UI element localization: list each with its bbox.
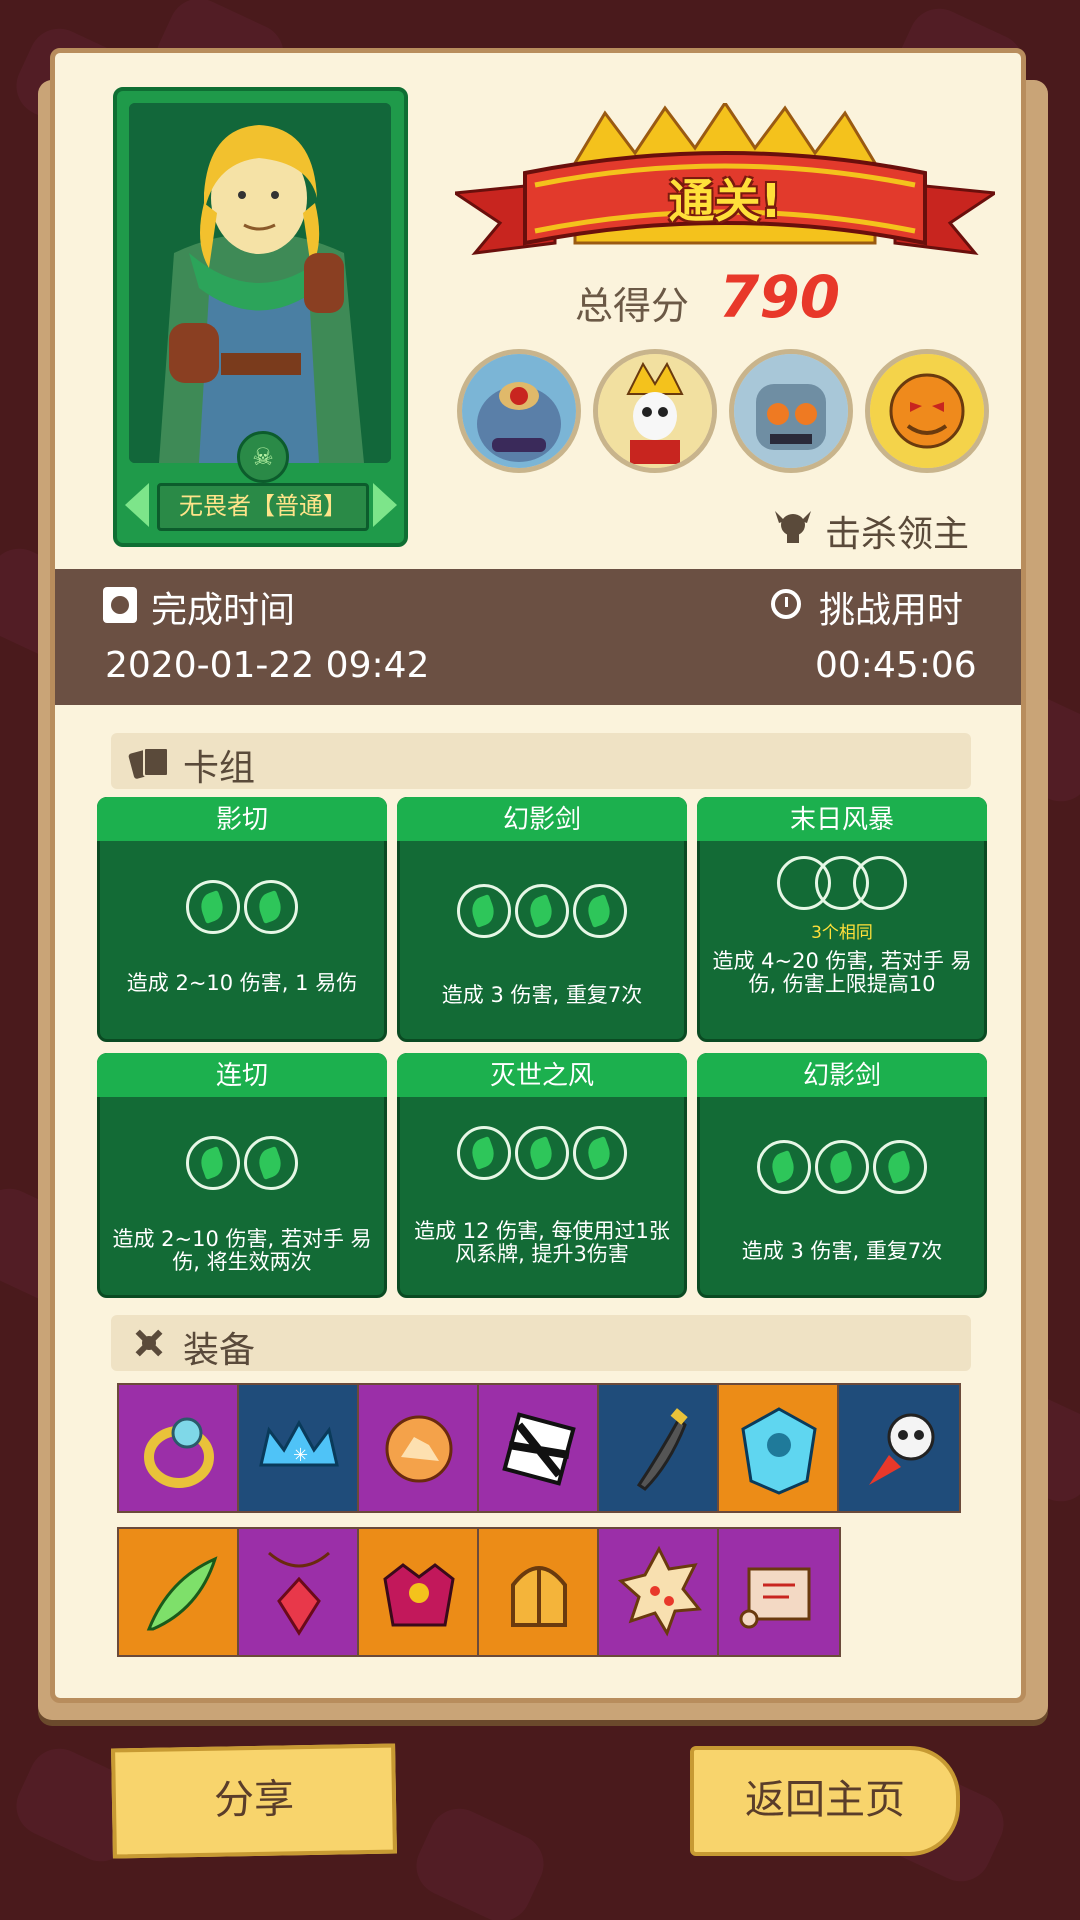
card-desc: 造成 2~10 伤害, 1 易伤 (126, 971, 358, 995)
deck-title: 卡组 (183, 748, 256, 789)
hero-name-plate: 无畏者【普通】 (157, 483, 369, 531)
equipment-slot[interactable] (357, 1383, 481, 1513)
wind-energy-icon (515, 1126, 569, 1180)
skull-icon: ☠ (237, 431, 289, 483)
boss-portrait-3[interactable] (729, 349, 853, 473)
result-panel: ☠ 无畏者【普通】 通关! 总得分 790 击杀领主 完成时间 2020-01-… (50, 48, 1026, 1703)
next-hero-arrow-icon[interactable] (373, 483, 397, 527)
victory-banner: 通关! (450, 100, 1000, 283)
complete-time-label: 完成时间 (151, 590, 296, 631)
card-name: 幻影剑 (802, 1061, 881, 1091)
card-desc: 造成 12 伤害, 每使用过1张 风系牌, 提升3伤害 (414, 1219, 670, 1266)
deck-card[interactable]: 幻影剑 造成 3 伤害, 重复7次 (397, 797, 687, 1042)
ring-icon (144, 1417, 214, 1488)
score-label: 总得分 (575, 284, 690, 328)
wind-energy-icon (573, 1126, 627, 1180)
feather-icon (146, 1556, 218, 1631)
dagger-icon (636, 1408, 688, 1491)
equipment-slot[interactable] (597, 1527, 721, 1657)
svg-text:✳: ✳ (293, 1445, 308, 1466)
equipment-slot[interactable] (357, 1527, 481, 1657)
equipment-section-header: 装备 (111, 1315, 971, 1371)
card-name: 末日风暴 (789, 805, 894, 835)
card-desc: 造成 3 伤害, 重复7次 (441, 983, 643, 1007)
wind-energy-icon (244, 880, 298, 934)
hero-card[interactable]: ☠ 无畏者【普通】 (113, 87, 408, 547)
deck-card[interactable]: 灭世之风 造成 12 伤害, 每使用过1张 风系牌, 提升3伤害 (397, 1053, 687, 1298)
deck-section-header: 卡组 (111, 733, 971, 789)
deck-card[interactable]: 幻影剑 造成 3 伤害, 重复7次 (697, 1053, 987, 1298)
helmet-icon (511, 1566, 567, 1627)
wind-energy-icon (873, 1140, 927, 1194)
card-name: 影切 (215, 805, 268, 835)
share-button[interactable]: 分享 (111, 1743, 397, 1859)
cards-icon (128, 745, 169, 780)
wind-energy-icon (757, 1140, 811, 1194)
wind-energy-icon (515, 884, 569, 938)
hero-portrait (129, 103, 391, 463)
deck-card[interactable]: 末日风暴 3个相同 造成 4~20 伤害, 若对手 易伤, 伤害上限提高10 (697, 797, 987, 1042)
equipment-icon (131, 1325, 167, 1361)
boss-portrait-4[interactable] (865, 349, 989, 473)
complete-time-value: 2020-01-22 09:42 (105, 645, 430, 686)
equipment-slot[interactable] (117, 1383, 241, 1513)
equipment-slot[interactable] (117, 1527, 241, 1657)
film-icon (103, 587, 137, 623)
wind-energy-icon (186, 880, 240, 934)
duration-value: 00:45:06 (815, 645, 977, 686)
card-name: 幻影剑 (502, 805, 581, 835)
equipment-slot[interactable] (717, 1527, 841, 1657)
equipment-slot[interactable] (477, 1383, 601, 1513)
card-name: 连切 (215, 1061, 268, 1091)
equipment-slot[interactable]: ✳ (237, 1383, 361, 1513)
spiked-die-icon (617, 1545, 702, 1637)
skull-rocket-icon (869, 1413, 935, 1485)
boss-kill-icon (773, 507, 813, 547)
kill-boss-label: 击杀领主 (825, 514, 970, 555)
card-note: 3个相同 (811, 923, 873, 943)
stopwatch-icon (771, 589, 801, 619)
wind-energy-icon (186, 1136, 240, 1190)
equipment-slot[interactable] (477, 1527, 601, 1657)
boss-portrait-2[interactable] (593, 349, 717, 473)
orange-stone-icon (385, 1415, 453, 1483)
deck-card[interactable]: 影切 造成 2~10 伤害, 1 易伤 (97, 797, 387, 1042)
card-desc: 造成 2~10 伤害, 若对手 易伤, 将生效两次 (112, 1227, 372, 1274)
deck-card[interactable]: 连切 造成 2~10 伤害, 若对手 易伤, 将生效两次 (97, 1053, 387, 1298)
equipment-slot[interactable] (717, 1383, 841, 1513)
equipment-slot[interactable] (837, 1383, 961, 1513)
ice-crown-icon: ✳ (259, 1419, 339, 1467)
score-value: 790 (719, 263, 841, 331)
wind-energy-icon (244, 1136, 298, 1190)
prev-hero-arrow-icon[interactable] (125, 483, 149, 527)
time-band: 完成时间 2020-01-22 09:42 挑战用时 00:45:06 (55, 569, 1021, 705)
scroll-icon (739, 1567, 811, 1629)
card-name: 灭世之风 (489, 1061, 594, 1091)
empty-energy-slot-icon (853, 856, 907, 910)
wind-energy-icon (815, 1140, 869, 1194)
duration-label: 挑战用时 (819, 590, 964, 631)
equipment-slot[interactable] (597, 1383, 721, 1513)
card-desc: 造成 3 伤害, 重复7次 (741, 1239, 943, 1263)
ruby-necklace-icon (268, 1551, 330, 1636)
broken-die-icon (502, 1412, 576, 1486)
equipment-slot[interactable] (237, 1527, 361, 1657)
wind-energy-icon (573, 884, 627, 938)
victory-title: 通关! (668, 174, 782, 228)
crystal-shield-icon (741, 1407, 817, 1495)
wind-energy-icon (457, 1126, 511, 1180)
equipment-title: 装备 (183, 1330, 256, 1371)
boss-portrait-1[interactable] (457, 349, 581, 473)
return-home-button[interactable]: 返回主页 (690, 1746, 960, 1856)
card-desc: 造成 4~20 伤害, 若对手 易伤, 伤害上限提高10 (712, 949, 972, 996)
demon-armor-icon (383, 1563, 455, 1627)
wind-energy-icon (457, 884, 511, 938)
